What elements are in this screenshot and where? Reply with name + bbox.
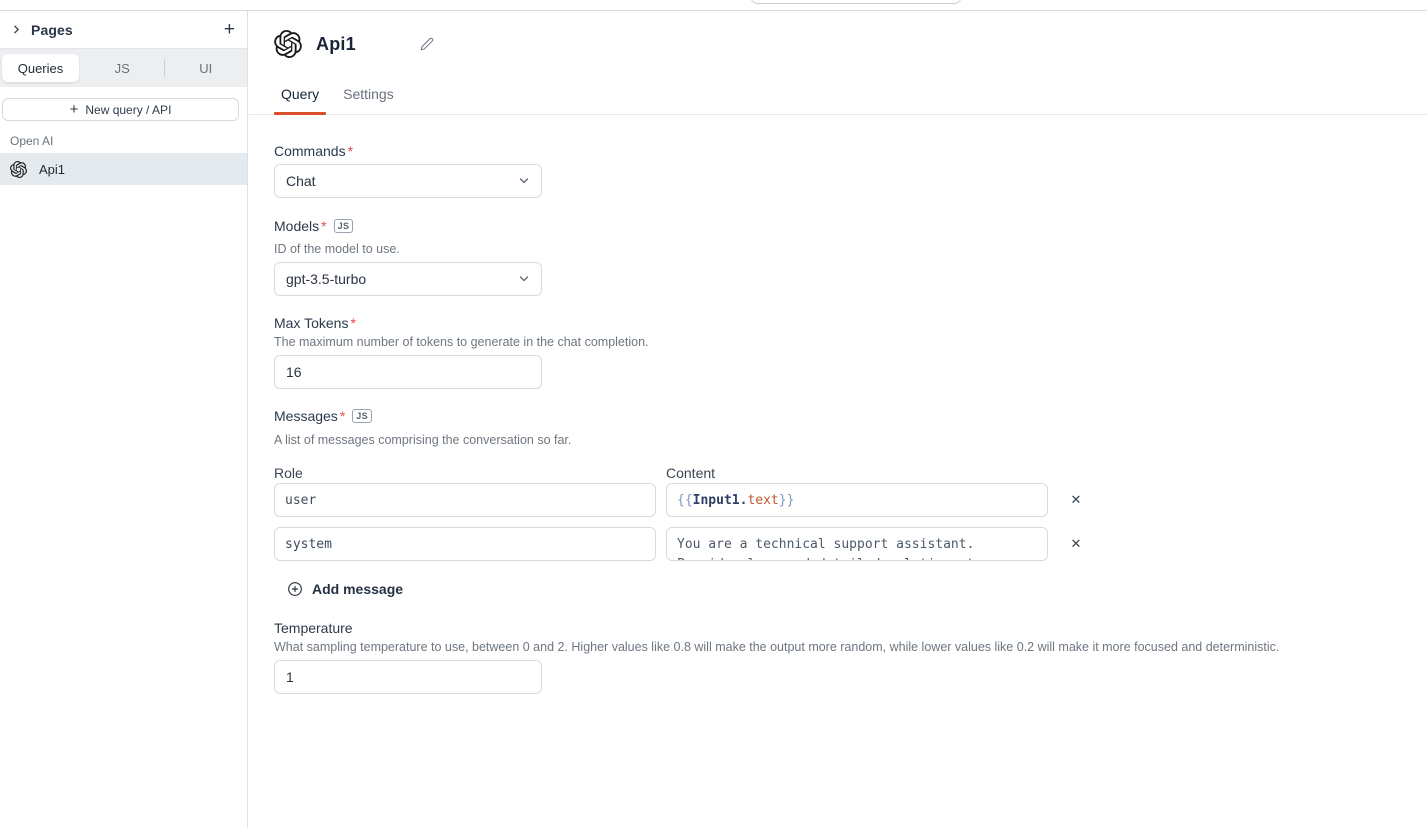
required-marker: * — [348, 141, 353, 161]
max-tokens-label: Max Tokens* — [274, 313, 1427, 333]
required-marker: * — [340, 406, 345, 426]
rename-query-button[interactable] — [420, 37, 434, 51]
sidebar-tab-ui[interactable]: UI — [165, 61, 248, 76]
messages-column-headers: Role Content — [274, 463, 1427, 483]
query-editor-panel: Api1 Query Settings Commands* Chat Mode — [249, 11, 1427, 828]
openai-logo-icon — [10, 161, 27, 178]
tab-settings[interactable]: Settings — [336, 80, 401, 114]
temperature-label: Temperature — [274, 618, 1427, 638]
query-header: Api1 — [274, 30, 1427, 58]
commands-label: Commands* — [274, 141, 1427, 161]
models-value: gpt-3.5-turbo — [286, 271, 518, 287]
models-select[interactable]: gpt-3.5-turbo — [274, 262, 542, 296]
add-message-button[interactable]: Add message — [287, 581, 403, 597]
openai-logo-icon — [274, 30, 302, 58]
message-row: You are a technical support assistant. P… — [274, 527, 1427, 561]
token-brace: }} — [779, 493, 795, 508]
message-row: {{Input1.text}} ✕ — [274, 483, 1427, 517]
token-property: text — [747, 493, 778, 508]
max-tokens-description: The maximum number of tokens to generate… — [274, 334, 1427, 350]
required-marker: * — [350, 313, 355, 333]
pages-header[interactable]: Pages + — [0, 11, 247, 49]
message-role-input[interactable] — [274, 527, 656, 561]
query-form: Commands* Chat Models* JS ID of the mode… — [274, 141, 1427, 694]
query-title: Api1 — [316, 34, 356, 55]
temperature-input[interactable] — [274, 660, 542, 694]
datasource-section-label: Open AI — [10, 134, 247, 148]
app-window: Pages + Queries JS UI + New query / API … — [0, 0, 1427, 828]
chevron-down-icon — [518, 273, 530, 285]
message-content-text: You are a technical support assistant. P… — [677, 537, 1021, 561]
chevron-right-icon[interactable] — [10, 23, 23, 36]
topbar-input-partial[interactable] — [750, 0, 962, 4]
query-list-item-api1[interactable]: Api1 — [0, 153, 247, 185]
message-content-input[interactable]: You are a technical support assistant. P… — [666, 527, 1048, 561]
models-label: Models* JS — [274, 216, 1427, 236]
sidebar-tab-js[interactable]: JS — [81, 61, 164, 76]
js-badge[interactable]: JS — [352, 409, 372, 423]
plus-icon: + — [70, 102, 79, 117]
new-query-button[interactable]: + New query / API — [2, 98, 239, 121]
editor-tabs: Query Settings — [249, 80, 1427, 115]
add-message-label: Add message — [312, 581, 403, 597]
role-column-label: Role — [274, 463, 656, 483]
required-marker: * — [321, 216, 326, 236]
circle-plus-icon — [287, 581, 303, 597]
add-page-icon[interactable]: + — [224, 20, 235, 39]
token-brace: {{ — [677, 493, 693, 508]
remove-message-button[interactable]: ✕ — [1058, 537, 1094, 552]
pages-title: Pages — [31, 22, 73, 38]
messages-description: A list of messages comprising the conver… — [274, 432, 1427, 448]
message-role-input[interactable] — [274, 483, 656, 517]
chevron-down-icon — [518, 175, 530, 187]
remove-message-button[interactable]: ✕ — [1058, 493, 1094, 508]
commands-value: Chat — [286, 173, 518, 189]
tab-query[interactable]: Query — [274, 80, 326, 114]
sidebar: Pages + Queries JS UI + New query / API … — [0, 11, 248, 828]
query-item-label: Api1 — [39, 162, 65, 177]
token-object: Input1 — [693, 493, 740, 508]
models-description: ID of the model to use. — [274, 241, 1427, 257]
commands-select[interactable]: Chat — [274, 164, 542, 198]
max-tokens-input[interactable] — [274, 355, 542, 389]
content-column-label: Content — [666, 463, 1048, 483]
sidebar-tab-queries[interactable]: Queries — [0, 61, 81, 76]
messages-label: Messages* JS — [274, 406, 1427, 426]
topbar — [0, 0, 1427, 11]
message-content-input[interactable]: {{Input1.text}} — [666, 483, 1048, 517]
sidebar-tabstrip: Queries JS UI — [0, 49, 247, 87]
new-query-label: New query / API — [85, 103, 171, 117]
temperature-description: What sampling temperature to use, betwee… — [274, 639, 1427, 655]
js-badge[interactable]: JS — [334, 219, 354, 233]
